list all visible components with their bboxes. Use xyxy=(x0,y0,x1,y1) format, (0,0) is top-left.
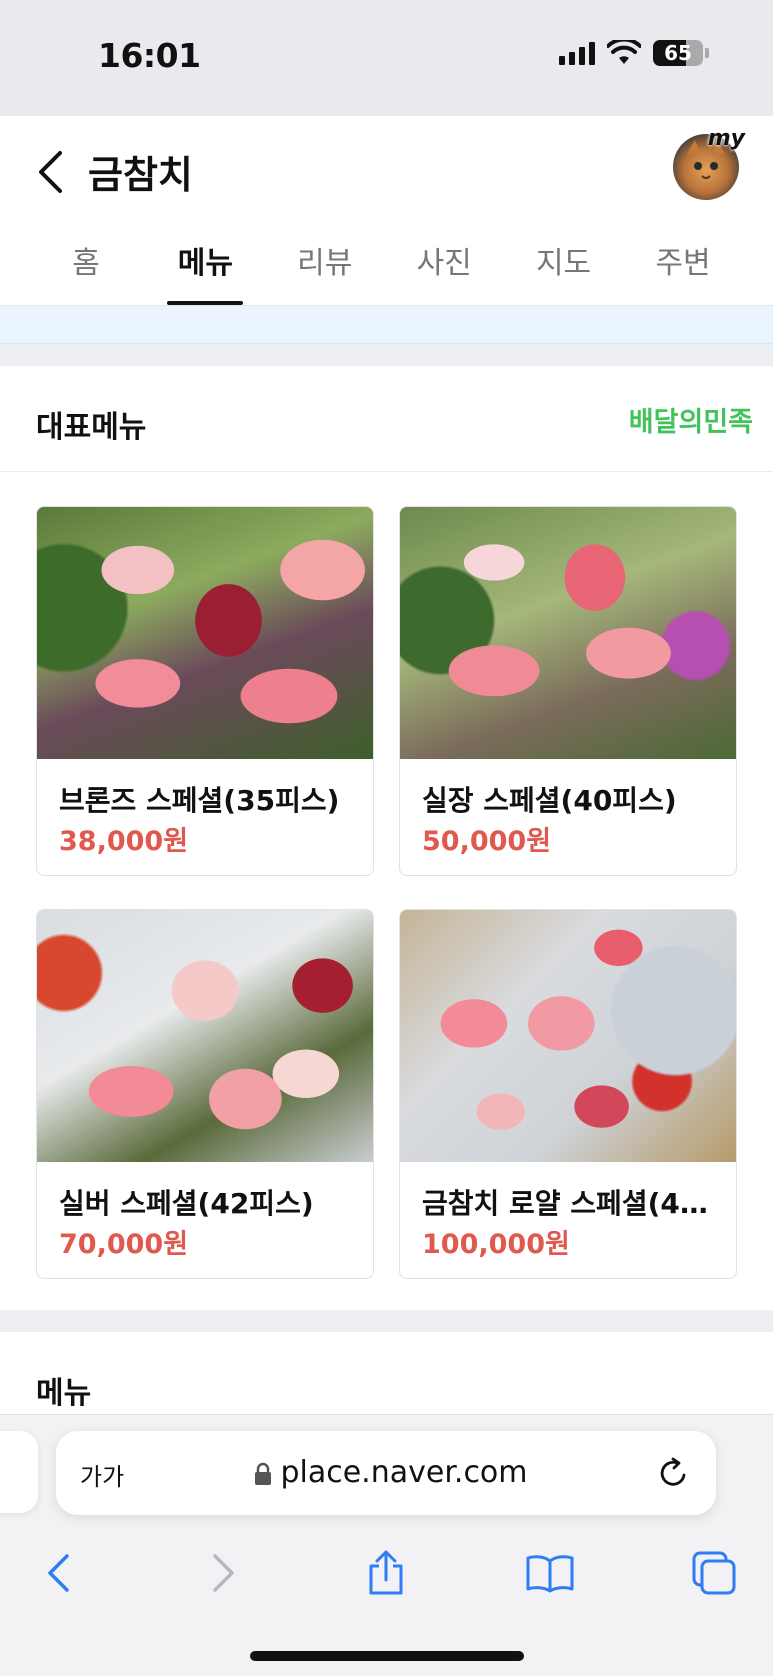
tab-photo[interactable]: 사진 xyxy=(398,226,490,305)
battery-level: 65 xyxy=(664,41,692,65)
menu-section: 메뉴 xyxy=(0,1332,773,1412)
back-button[interactable] xyxy=(30,144,70,200)
place-header: 금참치 my 홈 메뉴 리뷰 사진 지도 주변 xyxy=(0,116,773,306)
menu-card[interactable]: 금참치 로얄 스페셜(4… 100,000원 xyxy=(399,909,737,1279)
menu-item-price: 50,000원 xyxy=(422,826,552,857)
menu-item-price: 100,000원 xyxy=(422,1229,570,1260)
url-text: place.naver.com xyxy=(280,1455,528,1490)
share-icon xyxy=(369,1550,403,1595)
page-title: 금참치 xyxy=(88,153,193,197)
menu-item-photo xyxy=(400,507,736,759)
browser-toolbar xyxy=(0,1541,773,1611)
representative-menu-title: 대표메뉴 xyxy=(36,410,147,445)
menu-item-photo xyxy=(37,507,373,759)
tab-map[interactable]: 지도 xyxy=(518,226,610,305)
cellular-signal-icon xyxy=(559,41,595,65)
url-display[interactable]: place.naver.com xyxy=(56,1455,716,1490)
menu-item-name: 금참치 로얄 스페셜(4… xyxy=(422,1187,708,1220)
browser-back-button[interactable] xyxy=(26,1541,90,1605)
tab-nearby[interactable]: 주변 xyxy=(637,226,729,305)
chevron-left-icon xyxy=(48,1554,69,1592)
menu-item-photo xyxy=(37,910,373,1162)
notice-band xyxy=(0,306,773,344)
baemin-link[interactable]: 배달의민족 xyxy=(629,400,753,439)
menu-item-name: 실장 스페셜(40피스) xyxy=(422,784,677,817)
wifi-icon xyxy=(607,40,641,64)
share-button[interactable] xyxy=(354,1541,418,1605)
tabs-icon xyxy=(692,1551,736,1595)
tab-home[interactable]: 홈 xyxy=(40,226,132,305)
menu-item-name: 브론즈 스페셜(35피스) xyxy=(59,784,340,817)
menu-card[interactable]: 실장 스페셜(40피스) 50,000원 xyxy=(399,506,737,876)
menu-item-photo xyxy=(400,910,736,1162)
menu-card[interactable]: 실버 스페셜(42피스) 70,000원 xyxy=(36,909,374,1279)
section-divider xyxy=(0,344,773,366)
tab-bar: 홈 메뉴 리뷰 사진 지도 주변 xyxy=(0,226,773,306)
menu-item-price: 38,000원 xyxy=(59,826,189,857)
avatar-my-label: my xyxy=(707,126,745,151)
tab-menu[interactable]: 메뉴 xyxy=(159,226,251,305)
status-bar: 16:01 65 xyxy=(0,0,773,116)
status-icons: 65 xyxy=(559,40,709,66)
tabs-button[interactable] xyxy=(682,1541,746,1605)
section-divider xyxy=(0,1310,773,1332)
menu-card[interactable]: 브론즈 스페셜(35피스) 38,000원 xyxy=(36,506,374,876)
tab-review[interactable]: 리뷰 xyxy=(279,226,371,305)
previous-tab-preview[interactable] xyxy=(0,1431,38,1513)
home-indicator xyxy=(250,1651,524,1661)
lock-icon xyxy=(255,1462,272,1485)
status-time: 16:01 xyxy=(98,36,201,75)
representative-menu-section: 대표메뉴 배달의민족 브론즈 스페셜(35피스) 38,000원 실장 스페셜(… xyxy=(0,366,773,1310)
bookmarks-button[interactable] xyxy=(518,1541,582,1605)
browser-forward-button[interactable] xyxy=(192,1541,256,1605)
menu-item-name: 실버 스페셜(42피스) xyxy=(59,1187,314,1220)
reload-icon xyxy=(660,1457,686,1486)
browser-bottom-bar: 가가 place.naver.com xyxy=(0,1414,773,1676)
menu-section-title: 메뉴 xyxy=(36,1376,92,1411)
chevron-right-icon xyxy=(213,1554,234,1592)
battery-icon: 65 xyxy=(653,40,703,66)
menu-item-price: 70,000원 xyxy=(59,1229,189,1260)
address-bar[interactable]: 가가 place.naver.com xyxy=(56,1431,716,1515)
chevron-left-icon xyxy=(39,151,62,193)
representative-menu-header: 대표메뉴 배달의민족 xyxy=(0,366,773,472)
book-icon xyxy=(526,1555,574,1593)
reload-button[interactable] xyxy=(654,1453,694,1493)
